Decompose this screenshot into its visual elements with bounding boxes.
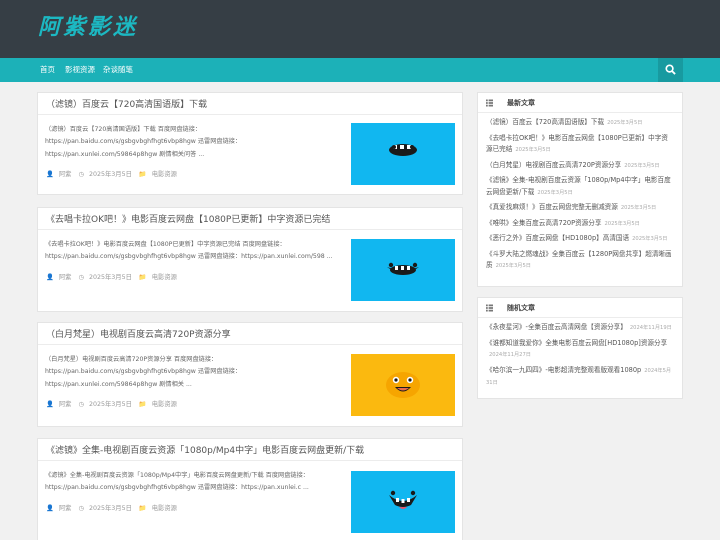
post-card: 《滤镜》全集-电视剧百度云资源「1080p/Mp4中字」电影百度云网盘更新/下载…: [37, 438, 463, 540]
list-item[interactable]: 《滤镜》全集-电视剧百度云资源「1080p/Mp4中字」电影百度云网盘更新/下载…: [486, 175, 674, 199]
post-title[interactable]: （白月梵星）电视剧百度云高清720P资源分享: [46, 327, 231, 340]
clock-icon: ◷: [78, 171, 84, 178]
search-icon: [665, 64, 676, 75]
list-item[interactable]: 《永夜星河》-全集百度云高清网盘【资源分享】 2024年11月19日: [486, 322, 674, 335]
post-author[interactable]: 阿紫: [59, 274, 72, 281]
divider: [38, 229, 462, 230]
post-excerpt: （滤镜）百度云【720高清国语版】下载 百度网盘链接：https://pan.b…: [45, 126, 242, 158]
list-item-date: 2025年3月5日: [604, 220, 640, 227]
list-item-link[interactable]: （白月梵星）电视剧百度云高清720P资源分享: [486, 161, 621, 169]
list-item[interactable]: 《恶行之外》百度云网盘【HD1080p】高清国语 2025年3月5日: [486, 233, 674, 246]
post-excerpt: 《滤镜》全集-电视剧百度云资源「1080p/Mp4中字」电影百度云网盘更新/下载…: [45, 472, 309, 492]
list-item[interactable]: 《唯哄》全集百度云高清720P资源分享 2025年3月5日: [486, 218, 674, 231]
post-meta: 👤 阿紫 ◷ 2025年3月5日 📁 电影资源: [46, 169, 182, 178]
post-thumbnail[interactable]: [351, 354, 455, 416]
list-item[interactable]: 《谁都知道我爱你》全集电影百度云网盘[HD1080p]资源分享 2024年11月2…: [486, 338, 674, 362]
nav-item-movies[interactable]: 影视资源: [65, 58, 95, 82]
divider: [38, 344, 462, 345]
site-header: 阿紫影迷: [0, 0, 720, 58]
post-author[interactable]: 阿紫: [59, 401, 72, 408]
list-item-link[interactable]: 《哈尔滨一九四四》-电影超清完整观看版观看1080p: [486, 366, 641, 374]
widget-title: 随机文章: [507, 304, 535, 312]
post-title[interactable]: 《滤镜》全集-电视剧百度云资源「1080p/Mp4中字」电影百度云网盘更新/下载: [46, 443, 364, 456]
post-thumbnail[interactable]: [351, 123, 455, 185]
list-item-date: 2025年3月5日: [632, 236, 668, 242]
folder-icon: 📁: [138, 274, 147, 281]
list-item-date: 2025年3月5日: [607, 120, 643, 126]
clock-icon: ◷: [78, 274, 84, 281]
list-item[interactable]: 《去唱卡拉OK吧！》电影百度云网盘【1080P已更新】中字资源已完结 2025年3…: [486, 133, 674, 157]
post-title[interactable]: 《去唱卡拉OK吧！》电影百度云网盘【1080P已更新】中字资源已完结: [46, 212, 330, 225]
list-item[interactable]: 《斗罗大陆之燃魂战》全集百度云【1280P网盘共享】超清晰画质 2025年3月5日: [486, 249, 674, 273]
widget-header: 最新文章: [478, 93, 682, 113]
folder-icon: 📁: [138, 171, 147, 178]
post-card: 《去唱卡拉OK吧！》电影百度云网盘【1080P已更新】中字资源已完结 《去唱卡拉…: [37, 207, 463, 312]
author-icon: 👤: [46, 505, 54, 512]
list-item-link[interactable]: （滤镜）百度云【720高清国语版】下载: [486, 118, 604, 126]
latest-posts-list: （滤镜）百度云【720高清国语版】下载 2025年3月5日 《去唱卡拉OK吧！》电…: [478, 113, 682, 273]
post-thumbnail[interactable]: [351, 471, 455, 533]
list-item-link[interactable]: 《谁都知道我爱你》全集电影百度云网盘[HD1080p]资源分享: [486, 339, 667, 347]
list-item-link[interactable]: 《永夜星河》-全集百度云高清网盘【资源分享】: [486, 323, 627, 331]
main-nav: 首页 影视资源 杂谈随笔: [0, 58, 720, 82]
list-item-date: 2025年3月5日: [620, 205, 657, 211]
author-icon: 👤: [46, 274, 54, 281]
list-item[interactable]: （滤镜）百度云【720高清国语版】下载 2025年3月5日: [486, 117, 674, 130]
post-author[interactable]: 阿紫: [59, 171, 72, 178]
list-item-date: 2025年3月5日: [624, 162, 660, 169]
post-card: （白月梵星）电视剧百度云高清720P资源分享 （白月梵星）电视剧百度云高清720…: [37, 322, 463, 427]
folder-icon: 📁: [138, 505, 147, 512]
site-logo[interactable]: 阿紫影迷: [38, 9, 138, 41]
widget-header: 随机文章: [478, 298, 682, 318]
list-item[interactable]: 《哈尔滨一九四四》-电影超清完整观看版观看1080p 2024年5月31日: [486, 365, 674, 390]
list-icon: [486, 304, 493, 312]
list-item-link[interactable]: 《滤镜》全集-电视剧百度云资源「1080p/Mp4中字」电影百度云网盘更新/下载: [486, 176, 671, 196]
random-posts-list: 《永夜星河》-全集百度云高清网盘【资源分享】 2024年11月19日 《谁都知道我…: [478, 318, 682, 390]
list-item-link[interactable]: 《去唱卡拉OK吧！》电影百度云网盘【1080P已更新】中字资源已完结: [486, 134, 668, 154]
random-posts-widget: 随机文章 《永夜星河》-全集百度云高清网盘【资源分享】 2024年11月19日 《…: [477, 297, 683, 399]
list-icon: [486, 99, 493, 107]
list-item-link[interactable]: 《唯哄》全集百度云高清720P资源分享: [486, 219, 601, 227]
post-author[interactable]: 阿紫: [59, 505, 72, 512]
post-category[interactable]: 电影资源: [152, 171, 177, 178]
list-item-link[interactable]: 《恶行之外》百度云网盘【HD1080p】高清国语: [486, 234, 629, 242]
nav-item-home[interactable]: 首页: [40, 58, 55, 82]
post-category[interactable]: 电影资源: [152, 401, 177, 408]
widget-title: 最新文章: [507, 99, 535, 107]
list-item-date: 2024年11月19日: [629, 325, 672, 331]
search-button[interactable]: [658, 58, 683, 82]
nav-item-essays[interactable]: 杂谈随笔: [103, 58, 133, 82]
post-date: 2025年3月5日: [88, 401, 132, 408]
post-date: 2025年3月5日: [88, 505, 132, 512]
post-excerpt: （白月梵星）电视剧百度云高清720P资源分享 百度网盘链接：https://pa…: [45, 356, 242, 388]
list-item-date: 2025年3月5日: [495, 263, 531, 269]
author-icon: 👤: [46, 401, 54, 408]
list-item-date: 2025年3月5日: [537, 189, 573, 196]
divider: [38, 114, 462, 115]
post-thumbnail[interactable]: [351, 239, 455, 301]
list-item[interactable]: 《真爱找麻烦！》百度云网盘完整无删减资源 2025年3月5日: [486, 202, 674, 215]
clock-icon: ◷: [78, 505, 84, 512]
post-category[interactable]: 电影资源: [152, 505, 177, 512]
list-item[interactable]: （白月梵星）电视剧百度云高清720P资源分享 2025年3月5日: [486, 160, 674, 173]
list-item-date: 2025年3月5日: [515, 147, 551, 153]
post-category[interactable]: 电影资源: [152, 274, 177, 281]
divider: [38, 460, 462, 461]
folder-icon: 📁: [138, 401, 147, 408]
latest-posts-widget: 最新文章 （滤镜）百度云【720高清国语版】下载 2025年3月5日 《去唱卡拉O…: [477, 92, 683, 287]
post-date: 2025年3月5日: [88, 171, 132, 178]
post-meta: 👤 阿紫 ◷ 2025年3月5日 📁 电影资源: [46, 503, 182, 512]
post-card: （滤镜）百度云【720高清国语版】下载 （滤镜）百度云【720高清国语版】下载 …: [37, 92, 463, 195]
list-item-link[interactable]: 《真爱找麻烦！》百度云网盘完整无删减资源: [486, 203, 618, 211]
post-meta: 👤 阿紫 ◷ 2025年3月5日 📁 电影资源: [46, 272, 182, 281]
post-meta: 👤 阿紫 ◷ 2025年3月5日 📁 电影资源: [46, 399, 182, 408]
clock-icon: ◷: [78, 401, 84, 408]
author-icon: 👤: [46, 171, 54, 178]
post-date: 2025年3月5日: [88, 274, 132, 281]
post-title[interactable]: （滤镜）百度云【720高清国语版】下载: [46, 97, 207, 110]
list-item-date: 2024年11月27日: [489, 352, 531, 358]
post-excerpt: 《去唱卡拉OK吧！》电影百度云网盘【1080P已更新】中字资源已完结 百度网盘链…: [45, 241, 333, 261]
